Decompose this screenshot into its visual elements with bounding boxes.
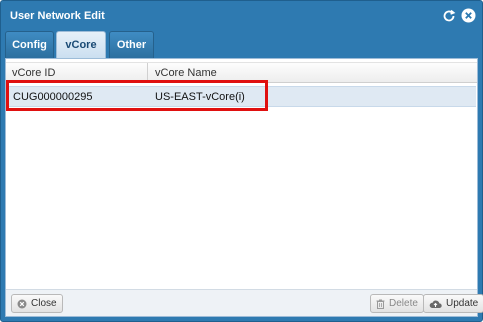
- vcore-name-cell: US-EAST-vCore(i): [155, 90, 245, 103]
- vcore-panel: vCore ID vCore Name CUG000000295 US-EAST…: [5, 58, 483, 317]
- column-header-vcore-id-label: vCore ID: [12, 67, 56, 79]
- refresh-icon[interactable]: [441, 8, 456, 23]
- close-icon[interactable]: [461, 8, 476, 23]
- column-header-vcore-name-label: vCore Name: [155, 67, 217, 79]
- dialog-footer: Close Delete Update: [6, 289, 483, 316]
- update-button-label: Update: [446, 298, 479, 309]
- tab-vcore[interactable]: vCore: [56, 31, 106, 58]
- dialog-title: User Network Edit: [10, 10, 105, 22]
- dialog-window: User Network Edit Config vCore Other vCo…: [0, 0, 483, 322]
- tab-other[interactable]: Other: [109, 31, 154, 58]
- close-button[interactable]: Close: [11, 294, 63, 313]
- delete-button-label: Delete: [389, 298, 418, 309]
- title-tools: [441, 8, 476, 23]
- tab-other-label: Other: [116, 39, 147, 51]
- cloud-upload-icon: [429, 299, 442, 309]
- titlebar: User Network Edit: [1, 1, 482, 31]
- vcore-id-cell: CUG000000295: [13, 90, 93, 103]
- column-divider[interactable]: [147, 63, 148, 83]
- delete-button[interactable]: Delete: [370, 294, 424, 313]
- tab-config[interactable]: Config: [5, 31, 54, 58]
- column-header-vcore-id[interactable]: vCore ID: [6, 63, 147, 83]
- table-row[interactable]: CUG000000295 US-EAST-vCore(i): [7, 86, 476, 107]
- close-circle-icon: [17, 299, 27, 309]
- tab-config-label: Config: [12, 39, 47, 51]
- update-button[interactable]: Update: [423, 294, 483, 313]
- grid-header: vCore ID vCore Name: [6, 62, 477, 83]
- tab-strip: Config vCore Other: [5, 31, 478, 58]
- tab-vcore-label: vCore: [65, 39, 97, 51]
- close-button-label: Close: [31, 298, 57, 309]
- trash-icon: [376, 299, 385, 309]
- column-header-vcore-name[interactable]: vCore Name: [149, 63, 477, 83]
